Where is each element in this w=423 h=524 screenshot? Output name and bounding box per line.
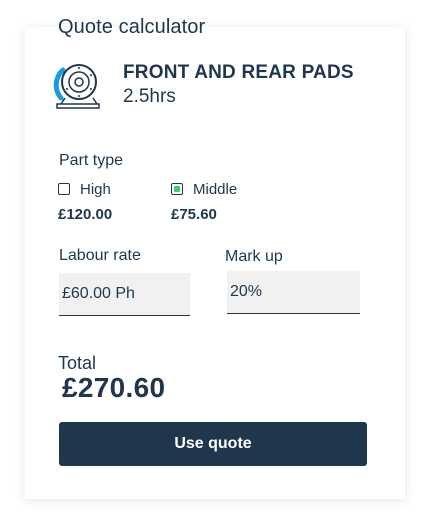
part-option-high[interactable]: High xyxy=(58,180,111,198)
part-option-middle[interactable]: Middle xyxy=(171,180,237,198)
calculator-title: Quote calculator xyxy=(58,16,206,38)
part-type-label: Part type xyxy=(59,152,124,169)
part-option-high-label: High xyxy=(80,180,111,198)
brake-disc-icon xyxy=(53,64,100,109)
part-price-middle: £75.60 xyxy=(171,206,217,223)
labour-rate-label: Labour rate xyxy=(59,247,141,264)
markup-input[interactable] xyxy=(227,271,360,314)
part-price-high: £120.00 xyxy=(58,206,113,223)
checkbox-high[interactable] xyxy=(58,183,70,195)
total-value: £270.60 xyxy=(62,372,166,403)
part-option-middle-label: Middle xyxy=(193,180,238,198)
checkbox-middle[interactable] xyxy=(171,183,183,195)
service-name: FRONT AND REAR PADS xyxy=(123,62,354,83)
markup-label: Mark up xyxy=(225,248,283,265)
checkbox-middle-checked-icon xyxy=(174,186,180,192)
page: Quote calculator FRONT AND REAR PADS 2.5… xyxy=(0,0,423,524)
total-label: Total xyxy=(58,353,97,373)
service-duration: 2.5hrs xyxy=(123,86,176,107)
labour-rate-input[interactable] xyxy=(59,273,190,316)
use-quote-button[interactable]: Use quote xyxy=(59,422,367,466)
